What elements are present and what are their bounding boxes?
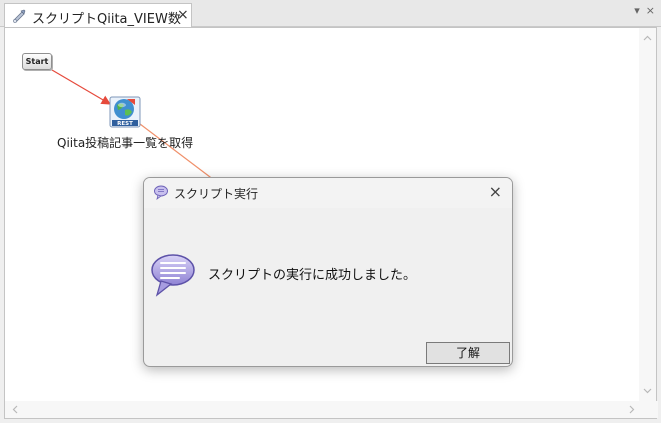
dialog-title: スクリプト実行 (174, 187, 259, 201)
dialog-titlebar[interactable]: スクリプト実行 × (144, 178, 512, 208)
ok-button[interactable]: 了解 (426, 342, 510, 364)
dialog-message: スクリプトの実行に成功しました。 (208, 268, 417, 283)
rest-node-label: Qiita投稿記事一覧を取得 (57, 136, 194, 150)
tab-label: スクリプトQiita_VIEW数 (32, 12, 181, 27)
chevron-down-icon[interactable]: ▾ (634, 5, 640, 17)
rest-badge: REST (117, 121, 133, 127)
speech-bubble-icon (154, 185, 168, 200)
strip-controls: ▾ × (634, 5, 655, 17)
scroll-up-icon[interactable] (643, 34, 652, 43)
script-icon (13, 9, 26, 23)
speech-bubble-icon (151, 254, 195, 297)
rest-globe-icon[interactable]: REST (109, 96, 141, 128)
script-result-dialog: スクリプト実行 × スクリプトの実行に成功しました。 了解 (143, 177, 513, 367)
close-icon[interactable]: × (177, 7, 189, 23)
start-node[interactable]: Start (22, 53, 52, 70)
scroll-left-icon[interactable] (11, 405, 20, 414)
scroll-down-icon[interactable] (643, 386, 652, 395)
close-icon[interactable]: × (489, 182, 502, 202)
close-icon[interactable]: × (646, 5, 655, 17)
scroll-right-icon[interactable] (627, 405, 636, 414)
tab-strip: スクリプトQiita_VIEW数 × ▾ × (0, 0, 661, 28)
horizontal-scrollbar[interactable] (5, 401, 658, 418)
vertical-scrollbar[interactable] (639, 28, 656, 401)
tab-script[interactable]: スクリプトQiita_VIEW数 × (4, 3, 192, 28)
dialog-body: スクリプトの実行に成功しました。 (144, 208, 512, 338)
